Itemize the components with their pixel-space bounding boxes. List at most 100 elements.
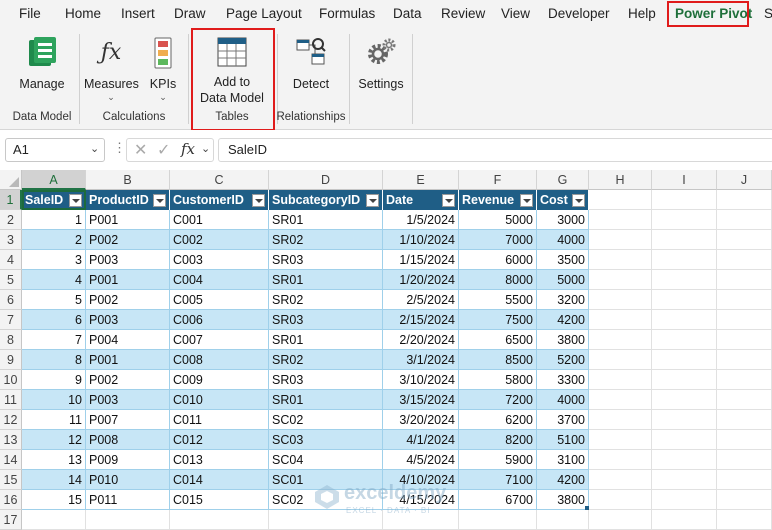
table-cell[interactable]: 5 (22, 290, 86, 310)
table-cell[interactable]: C014 (170, 470, 269, 490)
menu-formulas[interactable]: Formulas (319, 0, 375, 28)
table-cell[interactable]: 5000 (537, 270, 589, 290)
table-cell[interactable]: 1/5/2024 (383, 210, 459, 230)
select-all-corner[interactable] (0, 170, 22, 190)
empty-cell[interactable] (652, 410, 717, 430)
empty-cell[interactable] (652, 250, 717, 270)
empty-cell[interactable] (589, 470, 652, 490)
menu-overflow[interactable]: S (764, 0, 772, 28)
manage-button[interactable]: Manage (14, 34, 70, 108)
empty-cell[interactable] (717, 370, 772, 390)
filter-dropdown-icon[interactable] (153, 194, 166, 207)
filter-dropdown-icon[interactable] (69, 194, 82, 207)
table-cell[interactable]: 3/15/2024 (383, 390, 459, 410)
table-cell[interactable]: SR01 (269, 270, 383, 290)
table-cell[interactable]: C007 (170, 330, 269, 350)
empty-cell[interactable] (589, 410, 652, 430)
table-cell[interactable]: 5800 (459, 370, 537, 390)
table-cell[interactable]: 6 (22, 310, 86, 330)
table-header-cell[interactable]: CustomerID (170, 190, 269, 210)
empty-cell[interactable] (717, 310, 772, 330)
empty-cell[interactable] (652, 190, 717, 210)
table-cell[interactable]: C011 (170, 410, 269, 430)
empty-cell[interactable] (589, 490, 652, 510)
table-cell[interactable]: P001 (86, 350, 170, 370)
column-header-e[interactable]: E (383, 170, 459, 190)
table-cell[interactable]: 11 (22, 410, 86, 430)
empty-cell[interactable] (717, 430, 772, 450)
table-header-cell[interactable]: SubcategoryID (269, 190, 383, 210)
table-cell[interactable]: C010 (170, 390, 269, 410)
table-cell[interactable]: 6500 (459, 330, 537, 350)
menu-review[interactable]: Review (441, 0, 485, 28)
empty-cell[interactable] (717, 190, 772, 210)
empty-cell[interactable] (652, 230, 717, 250)
table-cell[interactable]: C001 (170, 210, 269, 230)
table-cell[interactable]: P003 (86, 250, 170, 270)
empty-cell[interactable] (717, 250, 772, 270)
enter-icon[interactable]: ✓ (157, 140, 170, 160)
empty-cell[interactable] (86, 510, 170, 530)
table-cell[interactable]: 4000 (537, 390, 589, 410)
table-cell[interactable]: C002 (170, 230, 269, 250)
empty-cell[interactable] (459, 510, 537, 530)
table-cell[interactable]: 7500 (459, 310, 537, 330)
table-header-cell[interactable]: Revenue (459, 190, 537, 210)
table-header-cell[interactable]: Date (383, 190, 459, 210)
table-cell[interactable]: C004 (170, 270, 269, 290)
empty-cell[interactable] (717, 510, 772, 530)
table-cell[interactable]: 3 (22, 250, 86, 270)
empty-cell[interactable] (589, 510, 652, 530)
table-cell[interactable]: P003 (86, 390, 170, 410)
column-header-j[interactable]: J (717, 170, 772, 190)
table-cell[interactable]: 2/5/2024 (383, 290, 459, 310)
table-cell[interactable]: 7200 (459, 390, 537, 410)
table-cell[interactable]: 4/5/2024 (383, 450, 459, 470)
table-header-cell[interactable]: Cost (537, 190, 589, 210)
table-cell[interactable]: 7100 (459, 470, 537, 490)
kpis-button[interactable]: KPIs ⌄ (144, 34, 182, 108)
table-cell[interactable]: 6700 (459, 490, 537, 510)
empty-cell[interactable] (589, 390, 652, 410)
table-cell[interactable]: 3000 (537, 210, 589, 230)
chevron-down-icon[interactable]: ⌄ (201, 142, 210, 155)
table-cell[interactable]: 13 (22, 450, 86, 470)
column-header-h[interactable]: H (589, 170, 652, 190)
empty-cell[interactable] (652, 450, 717, 470)
table-cell[interactable]: 10 (22, 390, 86, 410)
row-header-6[interactable]: 6 (0, 290, 22, 310)
table-cell[interactable]: C005 (170, 290, 269, 310)
table-cell[interactable]: 6200 (459, 410, 537, 430)
table-cell[interactable]: P003 (86, 310, 170, 330)
empty-cell[interactable] (652, 290, 717, 310)
empty-cell[interactable] (652, 330, 717, 350)
empty-cell[interactable] (652, 510, 717, 530)
table-cell[interactable]: SR01 (269, 210, 383, 230)
table-cell[interactable]: 8000 (459, 270, 537, 290)
empty-cell[interactable] (652, 210, 717, 230)
menu-developer[interactable]: Developer (548, 0, 610, 28)
empty-cell[interactable] (589, 450, 652, 470)
table-cell[interactable]: 7 (22, 330, 86, 350)
table-cell[interactable]: SR01 (269, 390, 383, 410)
menu-draw[interactable]: Draw (174, 0, 206, 28)
menu-view[interactable]: View (501, 0, 530, 28)
table-cell[interactable]: 1/20/2024 (383, 270, 459, 290)
menu-home[interactable]: Home (65, 0, 101, 28)
table-cell[interactable]: 1/15/2024 (383, 250, 459, 270)
row-header-7[interactable]: 7 (0, 310, 22, 330)
table-cell[interactable]: P008 (86, 430, 170, 450)
table-cell[interactable]: P002 (86, 370, 170, 390)
menu-help[interactable]: Help (628, 0, 656, 28)
empty-cell[interactable] (717, 330, 772, 350)
table-cell[interactable]: 3300 (537, 370, 589, 390)
table-cell[interactable]: 8 (22, 350, 86, 370)
empty-cell[interactable] (717, 470, 772, 490)
row-header-5[interactable]: 5 (0, 270, 22, 290)
empty-cell[interactable] (652, 430, 717, 450)
table-cell[interactable]: P002 (86, 290, 170, 310)
empty-cell[interactable] (589, 290, 652, 310)
table-cell[interactable]: 3/20/2024 (383, 410, 459, 430)
filter-dropdown-icon[interactable] (572, 194, 585, 207)
row-header-4[interactable]: 4 (0, 250, 22, 270)
